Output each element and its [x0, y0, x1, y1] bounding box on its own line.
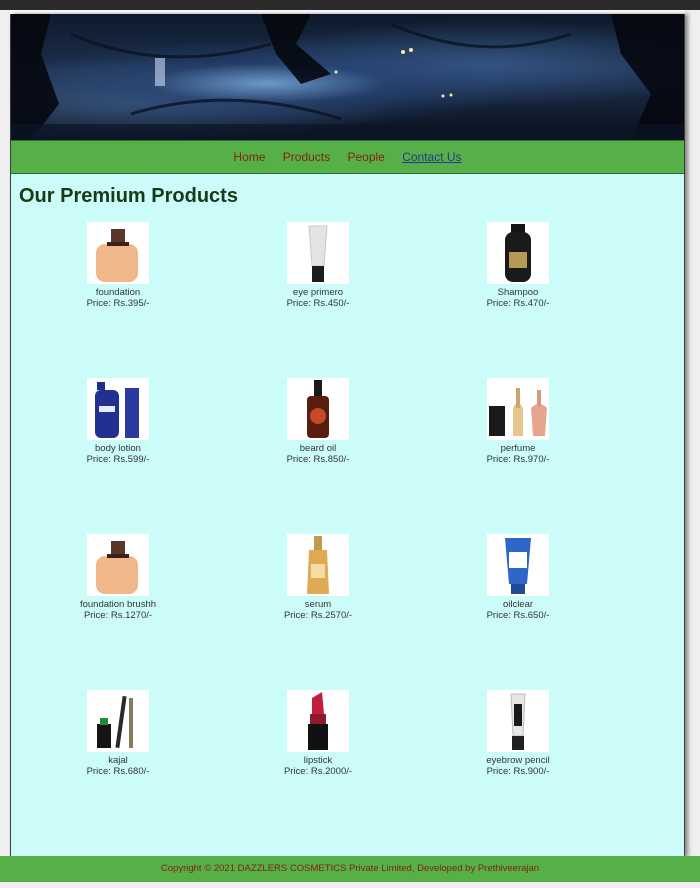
product-card: oilclear Price: Rs.650/-	[418, 534, 618, 621]
primer-tube-icon[interactable]	[287, 222, 349, 284]
product-name: kajal	[108, 755, 128, 766]
product-price: Price: Rs.2570/-	[283, 610, 353, 621]
product-name: foundation	[95, 287, 141, 298]
product-card: foundation Price: Rs.395/-	[18, 222, 218, 309]
product-card: beard oil Price: Rs.850/-	[218, 378, 418, 465]
page-right-margin	[685, 10, 700, 856]
kajal-set-icon[interactable]	[87, 690, 149, 752]
product-name: eyebrow pencil	[486, 755, 550, 766]
page-left-margin	[0, 10, 10, 856]
foundation-bottle-icon[interactable]	[87, 534, 149, 596]
nav-home-link[interactable]: Home	[233, 150, 265, 164]
product-name: serum	[304, 599, 332, 610]
product-name: Shampoo	[497, 287, 539, 298]
nav-products-link[interactable]: Products	[283, 150, 330, 164]
nav-contact-link[interactable]: Contact Us	[402, 150, 461, 164]
browser-top-bar	[0, 0, 700, 10]
lipstick-icon[interactable]	[287, 690, 349, 752]
copyright-text: Copyright © 2021 DAZZLERS COSMETICS Priv…	[160, 863, 540, 874]
product-price: Price: Rs.599/-	[86, 454, 150, 465]
serum-bottle-icon[interactable]	[287, 534, 349, 596]
lotion-bottle-icon[interactable]	[87, 378, 149, 440]
main-nav: Home Products People Contact Us	[11, 140, 684, 174]
product-card: Shampoo Price: Rs.470/-	[418, 222, 618, 309]
product-price: Price: Rs.2000/-	[283, 766, 353, 777]
pencil-tube-icon[interactable]	[487, 690, 549, 752]
product-name: foundation brushh	[79, 599, 157, 610]
product-name: beard oil	[299, 443, 337, 454]
product-name: body lotion	[95, 443, 141, 454]
shampoo-bottle-icon[interactable]	[487, 222, 549, 284]
facewash-tube-icon[interactable]	[487, 534, 549, 596]
product-price: Price: Rs.850/-	[286, 454, 350, 465]
header-banner-image	[11, 14, 684, 140]
product-card: foundation brushh Price: Rs.1270/-	[18, 534, 218, 621]
product-name: lipstick	[303, 755, 333, 766]
product-card: eye primero Price: Rs.450/-	[218, 222, 418, 309]
product-card: lipstick Price: Rs.2000/-	[218, 690, 418, 777]
product-price: Price: Rs.900/-	[486, 766, 550, 777]
product-card: serum Price: Rs.2570/-	[218, 534, 418, 621]
product-price: Price: Rs.1270/-	[83, 610, 153, 621]
product-price: Price: Rs.470/-	[486, 298, 550, 309]
page-container: Home Products People Contact Us Our Prem…	[10, 14, 685, 857]
page-footer: Copyright © 2021 DAZZLERS COSMETICS Priv…	[0, 856, 700, 882]
product-name: perfume	[500, 443, 536, 454]
forest-scene-art	[11, 14, 684, 140]
product-price: Price: Rs.680/-	[86, 766, 150, 777]
product-name: oilclear	[502, 599, 534, 610]
product-card: body lotion Price: Rs.599/-	[18, 378, 218, 465]
page-title: Our Premium Products	[19, 185, 238, 207]
product-card: eyebrow pencil Price: Rs.900/-	[418, 690, 618, 777]
product-card: perfume Price: Rs.970/-	[418, 378, 618, 465]
nav-people-link[interactable]: People	[347, 150, 384, 164]
product-price: Price: Rs.650/-	[486, 610, 550, 621]
product-price: Price: Rs.450/-	[286, 298, 350, 309]
oil-dropper-icon[interactable]	[287, 378, 349, 440]
perfume-bottles-icon[interactable]	[487, 378, 549, 440]
foundation-bottle-icon[interactable]	[87, 222, 149, 284]
product-card: kajal Price: Rs.680/-	[18, 690, 218, 777]
product-name: eye primero	[292, 287, 344, 298]
product-price: Price: Rs.970/-	[486, 454, 550, 465]
product-price: Price: Rs.395/-	[86, 298, 150, 309]
browser-bottom-strip	[0, 882, 700, 888]
